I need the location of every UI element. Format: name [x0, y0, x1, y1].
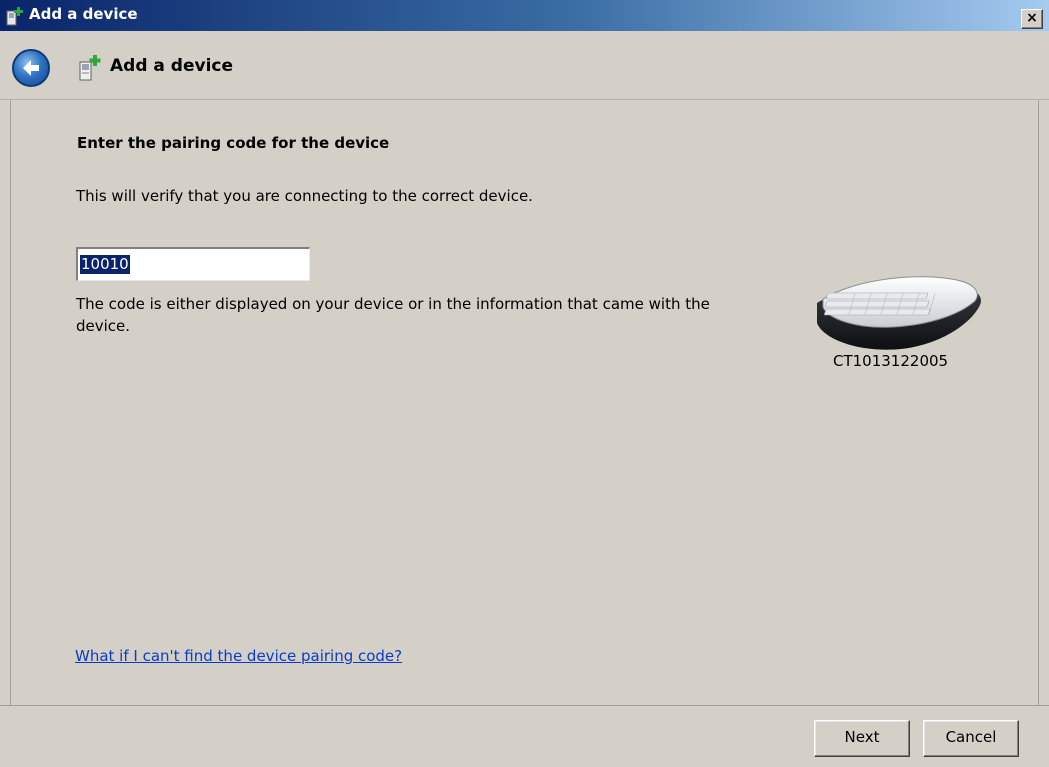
back-button[interactable] — [12, 49, 50, 87]
add-device-icon — [79, 55, 101, 81]
pairing-code-help-link[interactable]: What if I can't find the device pairing … — [75, 647, 402, 665]
pairing-code-hint: The code is either displayed on your dev… — [76, 295, 710, 335]
window-title: Add a device — [29, 5, 138, 23]
title-bar: Add a device × — [0, 0, 1049, 31]
page-title: Add a device — [110, 56, 234, 76]
close-button[interactable]: × — [1021, 9, 1043, 29]
keyboard-icon — [817, 276, 981, 350]
wizard-content: Enter the pairing code for the device Th… — [10, 100, 1039, 705]
wizard-header: Add a device — [0, 31, 1049, 100]
wizard-footer: Next Cancel — [0, 705, 1049, 767]
add-device-icon — [6, 7, 23, 26]
instruction-heading: Enter the pairing code for the device — [77, 134, 390, 152]
cancel-button[interactable]: Cancel — [923, 720, 1019, 757]
pairing-code-value: 10010 — [80, 255, 130, 274]
next-button[interactable]: Next — [814, 720, 910, 757]
back-arrow-icon — [23, 60, 39, 76]
device-name: CT1013122005 — [833, 352, 949, 370]
instruction-text: This will verify that you are connecting… — [76, 187, 533, 205]
pairing-code-input[interactable]: 10010 — [76, 247, 310, 281]
